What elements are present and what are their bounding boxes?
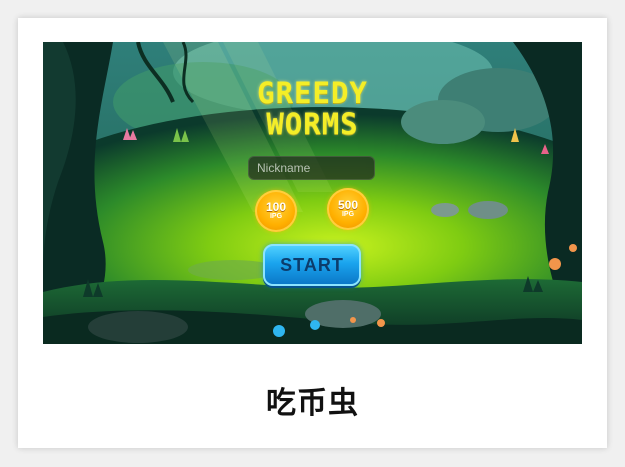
coin-unit: IPG: [341, 211, 355, 218]
coin-100-button[interactable]: 100 IPG: [255, 190, 297, 232]
title-line-1: GREEDY: [257, 76, 368, 110]
coin-amount: 500: [337, 198, 359, 212]
start-button[interactable]: START: [263, 244, 361, 286]
coin-500-button[interactable]: 500 IPG: [327, 188, 369, 230]
caption-title: 吃币虫: [266, 386, 359, 421]
game-screen: GREEDY WORMS 100 IPG 500 IPG START: [43, 42, 582, 344]
coin-unit: IPG: [269, 213, 283, 220]
nickname-input[interactable]: [248, 156, 375, 180]
title-line-2: WORMS: [266, 107, 359, 141]
game-title: GREEDY WORMS: [43, 78, 582, 140]
game-card: GREEDY WORMS 100 IPG 500 IPG START 吃币虫: [18, 18, 607, 448]
coin-amount: 100: [265, 200, 287, 214]
